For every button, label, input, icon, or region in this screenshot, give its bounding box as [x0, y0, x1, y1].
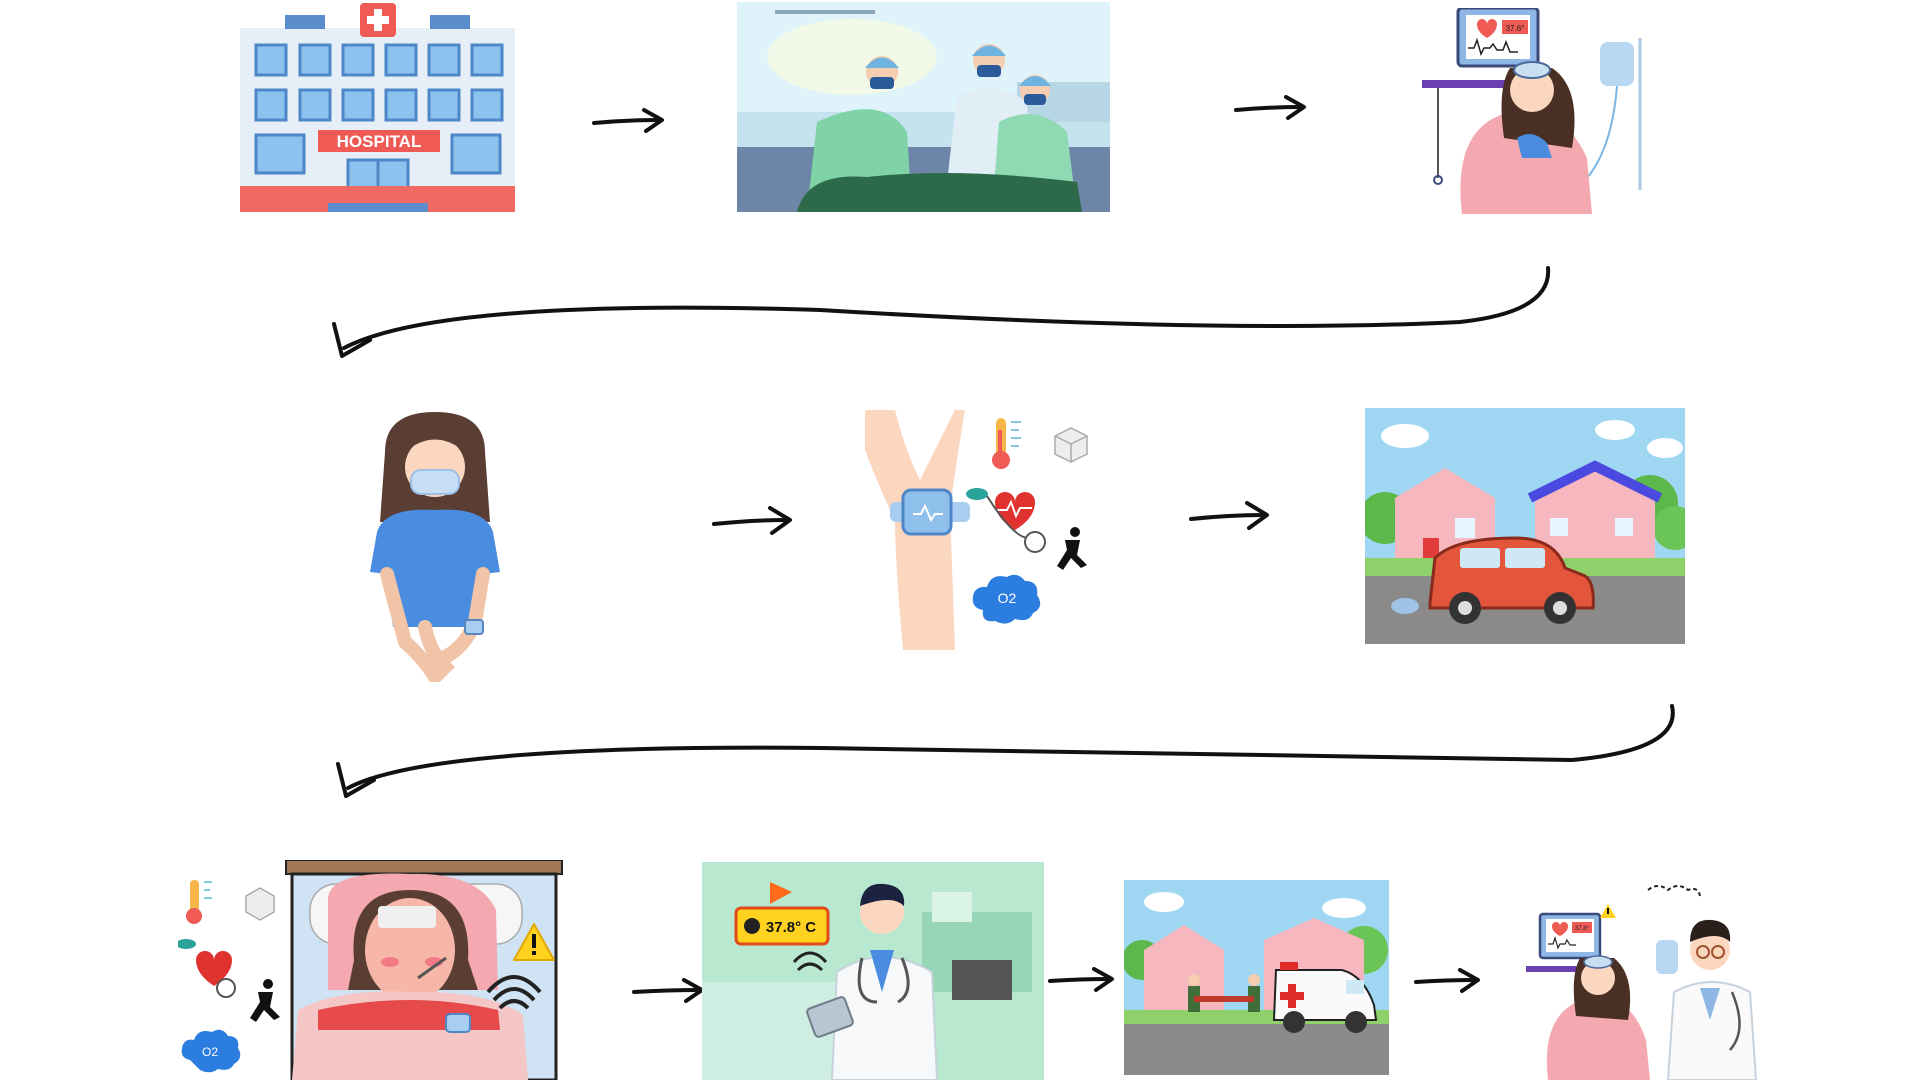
user-icon: [744, 918, 760, 934]
doctor-alert-illustration: 37.8° C: [702, 862, 1044, 1080]
oxygen-icon: O2: [972, 574, 1041, 624]
arrow-right-2: [1234, 95, 1308, 121]
arrow-right-7: [1414, 968, 1482, 994]
arrow-right-6: [1048, 967, 1116, 993]
fall-detection-icon: [250, 979, 280, 1022]
surgical-lamp: [767, 19, 937, 95]
thermometer-icon: [992, 418, 1021, 469]
arrow-right-1: [592, 108, 666, 134]
blood-pressure-icon: [966, 488, 1046, 553]
connector-arrow-1: [320, 262, 1560, 372]
fall-detection-icon: [1057, 527, 1087, 570]
bed-headboard: [285, 860, 563, 875]
ward-temperature: 37.8°: [1575, 926, 1590, 932]
surgery-illustration: [737, 2, 1110, 212]
connector-arrow-2: [322, 700, 1682, 812]
oxygen-icon: O2: [181, 1029, 241, 1073]
oxygen-label: O2: [998, 590, 1017, 606]
surgical-drape: [797, 173, 1082, 212]
hospital-illustration: HOSPITAL: [240, 0, 515, 212]
home-fever-alert-illustration: O2: [178, 860, 573, 1080]
icu-temperature: 37.6°: [1506, 24, 1525, 33]
hospital-readmission-illustration: 37.8°: [1518, 880, 1768, 1080]
warning-icon: [1600, 904, 1616, 918]
face-mask-icon: [410, 469, 460, 495]
computer-monitor: [952, 960, 1012, 1000]
drive-home-illustration: [1365, 408, 1685, 644]
cube-sensor-icon: [245, 887, 275, 921]
thought-cloud-icon: [1647, 885, 1701, 897]
smartwatch-icon: [464, 619, 484, 635]
ambulance-illustration: [1124, 880, 1389, 1075]
arrow-right-3: [712, 506, 796, 536]
smartwatch-sensors-illustration: O2: [865, 410, 1100, 650]
icu-patient-illustration: 37.6°: [1422, 8, 1672, 214]
temperature-reading: 37.8° C: [766, 919, 816, 936]
hospital-sign: HOSPITAL: [337, 132, 422, 151]
cube-sensor-icon: [1054, 427, 1088, 463]
thermometer-icon: [186, 880, 212, 924]
svg-text:O2: O2: [202, 1045, 218, 1059]
arrow-right-5: [632, 978, 706, 1004]
recovering-patient-illustration: [365, 412, 505, 682]
blood-pressure-icon: [178, 939, 236, 998]
smartwatch-icon: [445, 1013, 471, 1033]
iv-bag-icon: [1600, 42, 1634, 86]
iv-bag-icon: [1656, 940, 1678, 974]
thinking-doctor-figure: [1647, 885, 1758, 1080]
arrow-right-4: [1189, 501, 1273, 531]
